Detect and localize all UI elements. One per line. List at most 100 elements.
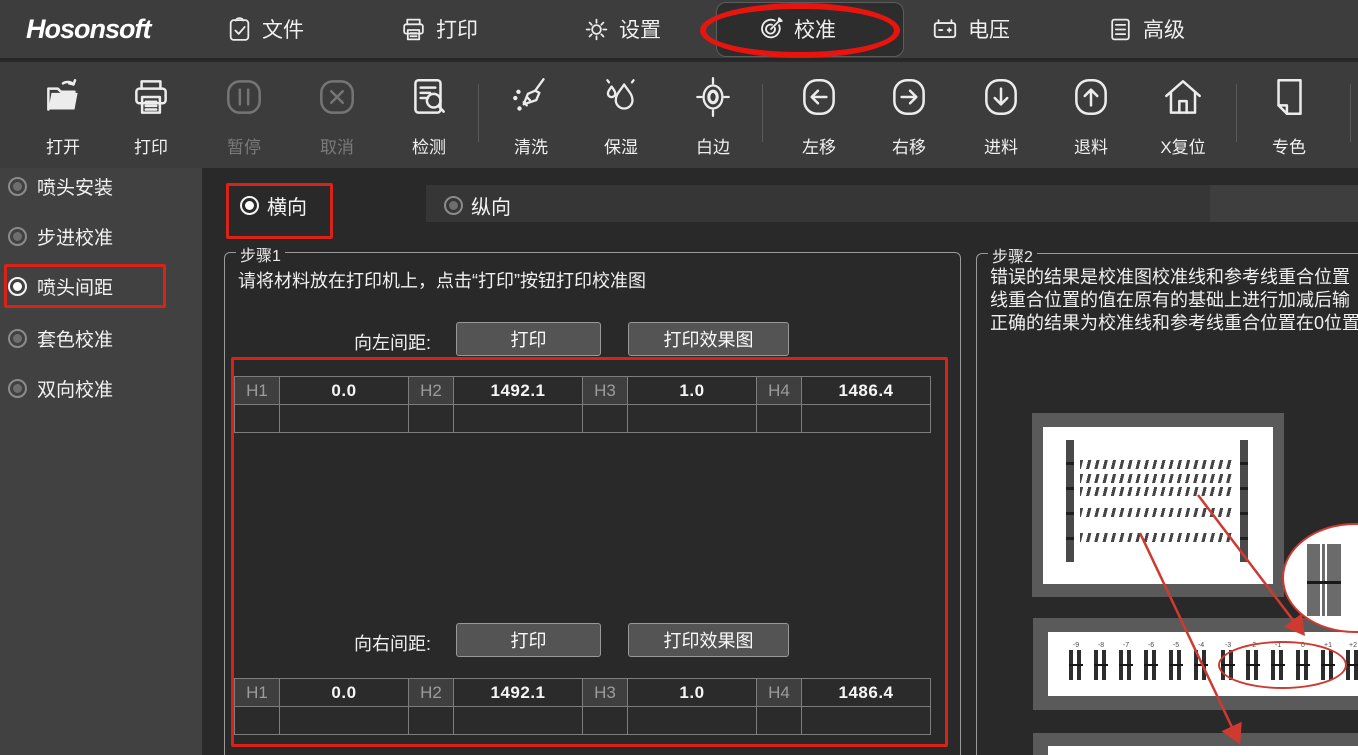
table-value-cell[interactable]: 1486.4 <box>801 376 931 405</box>
table-empty-cell[interactable] <box>756 404 802 433</box>
sidebar-item-label: 套色校准 <box>37 325 113 352</box>
sidebar-item-label: 喷头安装 <box>37 173 113 200</box>
ruler-bars <box>1346 650 1358 680</box>
toolbar-label: 打印 <box>134 133 168 158</box>
step1-title: 步骤1 <box>236 242 285 266</box>
table-empty-cell[interactable] <box>801 706 931 735</box>
arrow-down-icon <box>978 74 1024 125</box>
print-left-button[interactable]: 打印 <box>456 322 601 356</box>
toolbar-button-clean[interactable]: 清洗 <box>492 74 570 158</box>
calibration-dash-row <box>1080 533 1232 542</box>
radio-icon <box>8 177 27 196</box>
toolbar-label: X复位 <box>1160 133 1205 158</box>
table-value-cell[interactable]: 1.0 <box>627 678 757 707</box>
table-empty-cell[interactable] <box>453 404 583 433</box>
step2-line: 正确的结果为校准线和参考线重合位置在0位置 <box>990 312 1358 335</box>
table-empty-cell[interactable] <box>279 404 409 433</box>
toolbar-button-spot-color[interactable]: 专色 <box>1250 74 1328 158</box>
print-effect-left-button[interactable]: 打印效果图 <box>628 322 789 356</box>
table-empty-cell[interactable] <box>627 706 757 735</box>
toolbar-button-move-left[interactable]: 左移 <box>780 74 858 158</box>
menu-item-calibration[interactable]: 校准 <box>757 0 836 58</box>
table-empty-cell[interactable] <box>408 706 454 735</box>
ruler-bars <box>1246 650 1260 680</box>
sidebar-item-bidirectional[interactable]: 双向校准 <box>8 368 113 408</box>
table-value-cell[interactable]: 1492.1 <box>453 678 583 707</box>
ruler-number: 0 <box>1301 642 1305 650</box>
toolbar-button-white-edge[interactable]: 白边 <box>674 74 752 158</box>
ruler-number: -4 <box>1198 642 1204 650</box>
table-header-cell: H3 <box>582 678 628 707</box>
menu-item-file[interactable]: 文件 <box>226 0 304 58</box>
menu-item-label: 文件 <box>262 14 304 44</box>
sidebar-item-label: 喷头间距 <box>37 273 113 300</box>
calibration-dash-row <box>1080 508 1232 517</box>
radio-icon <box>444 196 463 215</box>
print-right-button[interactable]: 打印 <box>456 623 601 657</box>
calibration-dash-row <box>1080 460 1232 469</box>
table-empty-cell[interactable] <box>234 404 280 433</box>
toolbar-label: 检测 <box>412 133 446 158</box>
menu-item-advanced[interactable]: 高级 <box>1107 0 1185 58</box>
ruler-bars <box>1194 650 1208 680</box>
table-empty-cell[interactable] <box>627 404 757 433</box>
table-empty-cell[interactable] <box>582 706 628 735</box>
app-window: Hosonsoft 文件 打印 设置 校准 电压 高级 <box>0 0 1358 755</box>
table-value-cell[interactable]: 1492.1 <box>453 376 583 405</box>
table-empty-cell[interactable] <box>801 404 931 433</box>
toolbar-separator <box>478 84 479 142</box>
ruler-strip-canvas: -9 -8 -7 -6 -5 -4 -3 -2 -1 0 +1 +2 <box>1048 632 1358 696</box>
sidebar-item-label: 双向校准 <box>37 375 113 402</box>
ruler-number: -3 <box>1225 642 1231 650</box>
menu-item-settings[interactable]: 设置 <box>583 0 661 58</box>
radio-selected-icon <box>8 277 27 296</box>
tab-vertical[interactable]: 纵向 <box>444 190 511 220</box>
print-effect-right-button[interactable]: 打印效果图 <box>628 623 789 657</box>
home-icon <box>1160 74 1206 125</box>
table-empty-cell[interactable] <box>234 706 280 735</box>
toolbar-button-detect[interactable]: 检测 <box>390 74 468 158</box>
toolbar-label: 暂停 <box>227 133 261 158</box>
step1-panel: 步骤1 请将材料放在打印机上，点击“打印”按钮打印校准图 向左间距: 打印 打印… <box>224 252 961 755</box>
battery-icon <box>931 15 959 43</box>
table-header-cell: H1 <box>234 678 280 707</box>
step2-line: 线重合位置的值在原有的基础上进行加减后输 <box>990 289 1358 312</box>
table-value-cell[interactable]: 0.0 <box>279 376 409 405</box>
pause-icon <box>221 74 267 125</box>
menu-item-voltage[interactable]: 电压 <box>931 0 1010 58</box>
table-empty-cell[interactable] <box>756 706 802 735</box>
sidebar-item-nozzle-spacing[interactable]: 喷头间距 <box>8 266 113 306</box>
sidebar-item-step-calibration[interactable]: 步进校准 <box>8 216 113 256</box>
table-empty-cell[interactable] <box>582 404 628 433</box>
menu-item-print[interactable]: 打印 <box>400 0 478 58</box>
table-value-cell[interactable]: 0.0 <box>279 678 409 707</box>
sidebar-item-nozzle-install[interactable]: 喷头安装 <box>8 166 113 206</box>
table-header-cell: H1 <box>234 376 280 405</box>
table-empty-cell[interactable] <box>453 706 583 735</box>
toolbar-button-open[interactable]: 打开 <box>24 74 102 158</box>
sidebar: 喷头安装 步进校准 喷头间距 套色校准 双向校准 <box>0 168 202 755</box>
toolbar-button-print[interactable]: 打印 <box>112 74 190 158</box>
folder-open-icon <box>40 74 86 125</box>
toolbar-button-x-reset[interactable]: X复位 <box>1144 74 1222 158</box>
table-value-cell[interactable]: 1486.4 <box>801 678 931 707</box>
toolbar-button-feed[interactable]: 进料 <box>962 74 1040 158</box>
menu-item-label: 设置 <box>619 14 661 44</box>
table-empty-cell[interactable] <box>279 706 409 735</box>
tab-horizontal[interactable]: 横向 <box>240 190 307 220</box>
ruler-bars <box>1271 650 1285 680</box>
printer-icon <box>128 74 174 125</box>
toolbar-button-moisturize[interactable]: 保湿 <box>582 74 660 158</box>
sidebar-item-label: 步进校准 <box>37 223 113 250</box>
step2-title: 步骤2 <box>988 243 1037 267</box>
ruler-mark: 0 <box>1295 642 1311 680</box>
menu-item-label: 打印 <box>436 14 478 44</box>
menu-item-label: 电压 <box>968 14 1010 44</box>
toolbar-button-withdraw[interactable]: 退料 <box>1052 74 1130 158</box>
sidebar-item-color-registration[interactable]: 套色校准 <box>8 318 113 358</box>
table-value-cell[interactable]: 1.0 <box>627 376 757 405</box>
toolbar-button-move-right[interactable]: 右移 <box>870 74 948 158</box>
ruler-number: -5 <box>1173 642 1179 650</box>
table-empty-cell[interactable] <box>408 404 454 433</box>
ruler-mark: -7 <box>1118 642 1134 680</box>
